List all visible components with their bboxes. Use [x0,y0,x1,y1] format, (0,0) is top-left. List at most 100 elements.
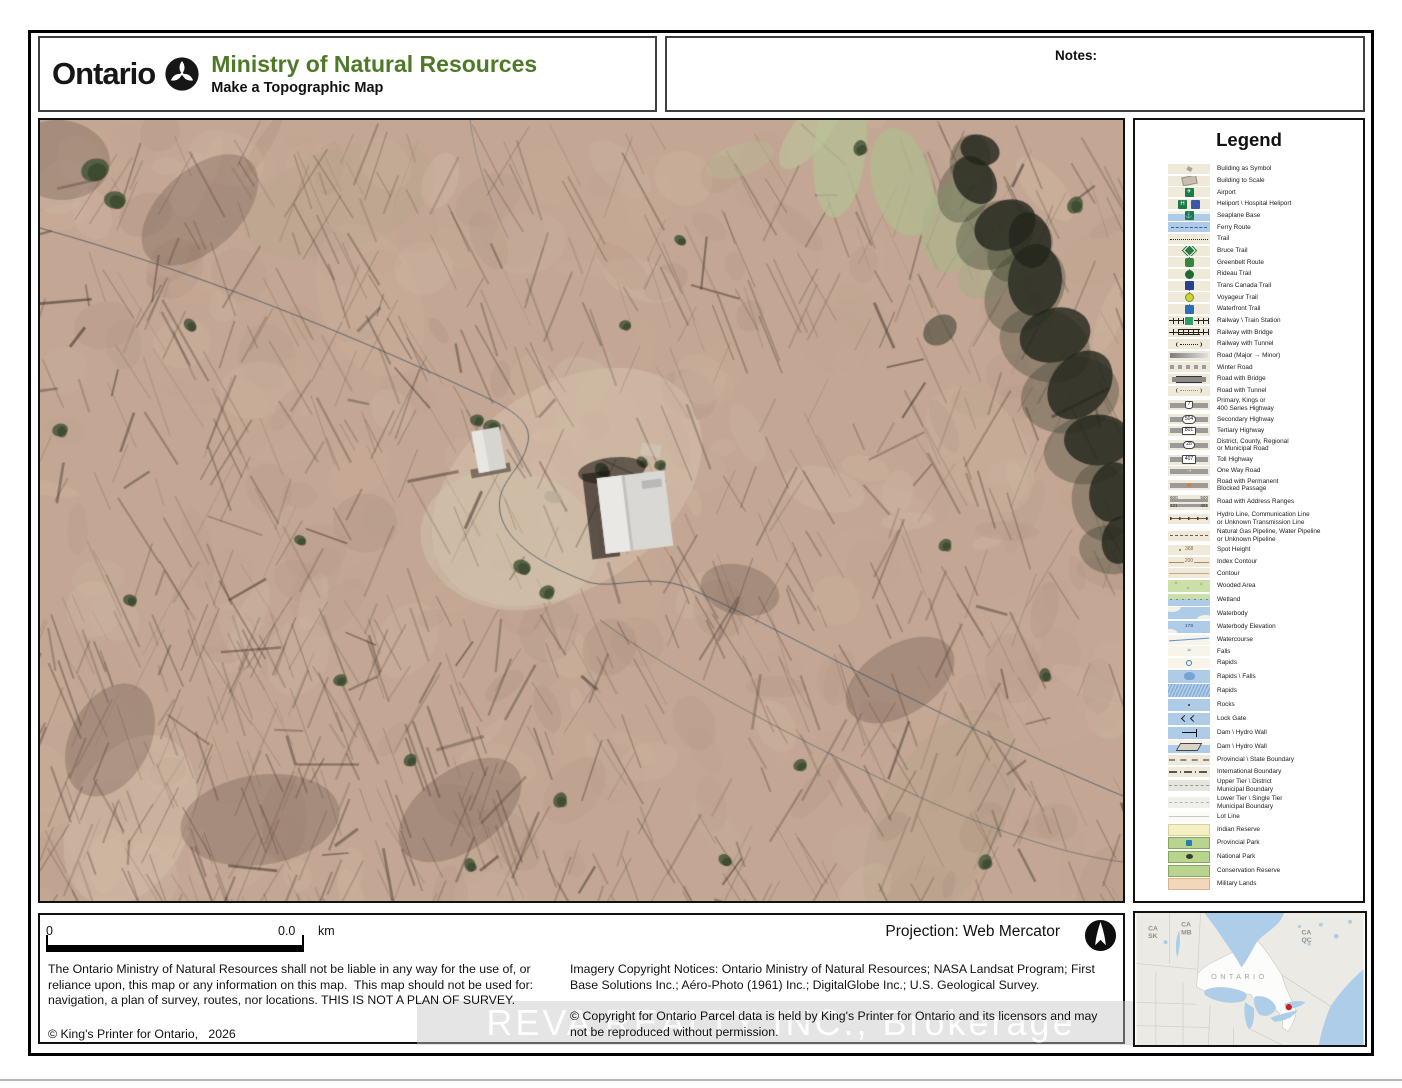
legend-item: Ferry Route [1168,222,1358,232]
voyageur-symbol-icon [1168,292,1210,302]
legend-item: Rapids [1168,684,1358,697]
legend-item: 7 Primary, Kings or 400 Series Highway [1168,397,1358,412]
legend-item: Railway \ Train Station [1168,316,1358,326]
legend-item: Railway with Bridge [1168,327,1358,337]
legend-item: Indian Reserve [1168,824,1358,836]
legend-label: Dam \ Hydro Wall [1217,729,1267,737]
legend-label: Secondary Highway [1217,416,1274,424]
legend-label: Military Lands [1217,880,1256,888]
legend-label: Railway \ Train Station [1217,317,1281,325]
scale-bar-rule [46,945,304,952]
legend-item: 368Spot Height [1168,545,1358,555]
tct-symbol-icon [1168,281,1210,291]
legend-item: Winter Road [1168,362,1358,372]
bld-sym-symbol-icon [1168,164,1210,174]
legend-label: Tertiary Highway [1217,427,1264,435]
legend-label: Primary, Kings or 400 Series Highway [1217,397,1274,412]
imagery-copyright-text: Imagery Copyright Notices: Ontario Minis… [570,962,1115,993]
inset-label-ca-qc: CA [1301,929,1311,936]
topographic-map-page: Ontario Ministry of Natural Resources Ma… [0,0,1402,1088]
legend-label: International Boundary [1217,768,1281,776]
legend-item: Upper Tier \ District Municipal Boundary [1168,778,1358,793]
scale-bar: 0 0.0 km [46,921,376,961]
legend-item: Road with Tunnel [1168,386,1358,396]
legend-item: ≈Falls [1168,646,1358,656]
legend-item: 407Toll Highway [1168,455,1358,465]
road-major-symbol-icon [1168,351,1210,361]
legend-label: Contour [1217,570,1240,578]
legend-item: Greenbelt Route [1168,257,1358,267]
wb-elev-symbol-icon: 178 [1168,621,1210,633]
header-titles: Ministry of Natural Resources Make a Top… [211,52,537,96]
ferry-symbol-icon [1168,222,1210,232]
legend-item: Building as Symbol [1168,164,1358,174]
falls-symbol-icon: ≈ [1168,646,1210,656]
prov-park-symbol-icon [1168,837,1210,849]
rapids-pt-symbol-icon [1168,658,1210,668]
road-bridge-symbol-icon [1168,374,1210,384]
legend-item: Rideau Trail [1168,269,1358,279]
legend-item: National Park [1168,851,1358,863]
legend-label: Road with Tunnel [1217,387,1266,395]
legend-label: Lot Line [1217,813,1240,821]
legend-item: 504Secondary Highway [1168,414,1358,424]
legend-label: Rapids [1217,687,1237,695]
legend-label: Conservation Reserve [1217,867,1280,875]
legend-label: Building to Scale [1217,177,1265,185]
wetland-symbol-icon [1168,594,1210,606]
scale-unit-label: km [318,924,335,938]
contour-symbol-icon [1168,568,1210,578]
north-arrow-icon [1084,919,1117,952]
legend-label: Trans Canada Trail [1217,282,1271,290]
disclaimer-text: The Ontario Ministry of Natural Resource… [48,962,553,1009]
road-tunnel-symbol-icon [1168,386,1210,396]
legend-item: Conservation Reserve [1168,865,1358,877]
projection-label: Projection: Web Mercator [570,923,1060,941]
addr-symbol-icon: 600500421491 [1168,495,1210,510]
scale-value-label: 0.0 [278,924,295,938]
map-info-bar: REVA REALTY INC., Brokerage 0 0.0 km The… [38,913,1125,1044]
legend-item: Provincial \ State Boundary [1168,755,1358,765]
legend-label: Road (Major → Minor) [1217,352,1280,360]
seaplane-symbol-icon: ⚓ [1168,211,1210,221]
svg-text:MB: MB [1181,929,1192,936]
oneway-symbol-icon: → [1168,466,1210,476]
legend-item: Wooded Area [1168,580,1358,592]
legend-item: Building to Scale [1168,176,1358,186]
legend-item: Dam \ Hydro Wall [1168,727,1358,739]
intl-bdy-symbol-icon [1168,767,1210,777]
legend-panel: Legend Building as SymbolBuilding to Sca… [1133,118,1365,903]
hydro-symbol-icon [1168,514,1210,524]
rocks-symbol-icon [1168,699,1210,711]
legend-label: Toll Highway [1217,456,1253,464]
hwy-tertiary-symbol-icon: 801 [1168,426,1210,436]
legend-item: 600500421491Road with Address Ranges [1168,495,1358,510]
bruce-symbol-icon [1168,246,1210,256]
natl-park-symbol-icon [1168,851,1210,863]
legend-item: Waterbody [1168,607,1358,619]
legend-label: Dam \ Hydro Wall [1217,743,1267,751]
legend-label: Road with Bridge [1217,375,1266,383]
legend-label: Rapids [1217,659,1237,667]
rail-bridge-symbol-icon [1168,327,1210,337]
trail-symbol-icon [1168,234,1210,244]
legend-label: Watercourse [1217,636,1253,644]
legend-label: Upper Tier \ District Municipal Boundary [1217,778,1273,793]
legend-label: Natural Gas Pipeline, Water Pipeline or … [1217,528,1320,543]
notes-box: Notes: [665,36,1365,112]
hwy-primary-symbol-icon: 7 [1168,400,1210,410]
legend-label: Waterfront Trail [1217,305,1260,313]
legend-label: Railway with Tunnel [1217,340,1273,348]
legend-label: Hydro Line, Communication Line or Unknow… [1217,511,1310,526]
legend-item: Watercourse [1168,635,1358,645]
legend-label: Spot Height [1217,546,1250,554]
legend-label: Rideau Trail [1217,270,1251,278]
legend-label: Provincial \ State Boundary [1217,756,1294,764]
legend-item: 28District, County, Regional or Municipa… [1168,438,1358,453]
page-edge-line [0,1079,1402,1081]
hwy-district-symbol-icon: 28 [1168,440,1210,450]
indian-reserve-symbol-icon [1168,824,1210,836]
legend-item: Hydro Line, Communication Line or Unknow… [1168,511,1358,526]
inset-locator-map: CA SK CA MB CA QC ONTARIO [1133,911,1367,1047]
rail-station-symbol-icon [1168,316,1210,326]
